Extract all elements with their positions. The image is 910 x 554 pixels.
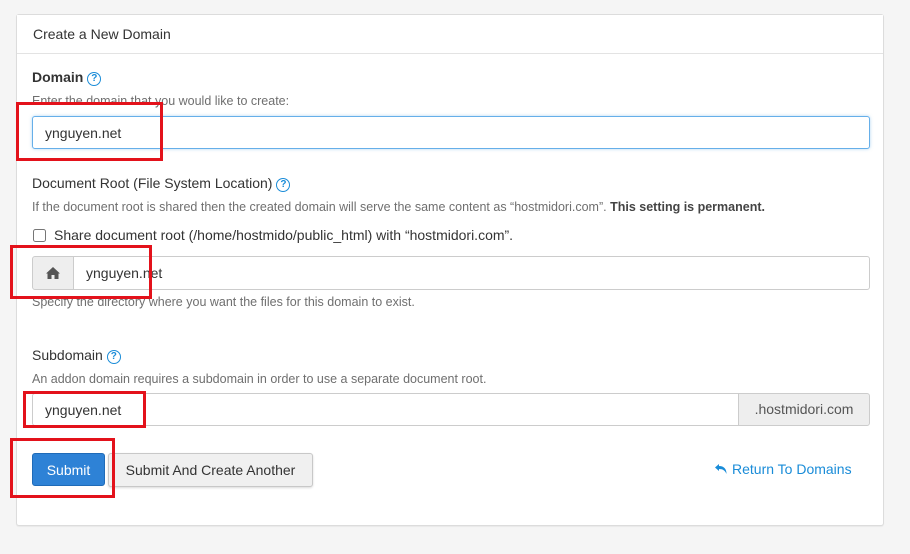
docroot-permanent-note: This setting is permanent. [610, 200, 765, 214]
help-icon[interactable]: ? [87, 72, 102, 86]
help-icon[interactable]: ? [276, 178, 291, 192]
domain-label-row: Domain? [32, 69, 102, 86]
subdomain-label: Subdomain [32, 347, 103, 363]
subdomain-input[interactable] [32, 393, 739, 426]
return-to-domains-link[interactable]: Return To Domains [714, 461, 852, 477]
home-icon [32, 256, 74, 290]
subdomain-label-row: Subdomain? [32, 347, 121, 364]
submit-button[interactable]: Submit [32, 453, 105, 486]
docroot-label-row: Document Root (File System Location)? [32, 175, 291, 192]
docroot-label: Document Root (File System Location) [32, 175, 273, 191]
docroot-input[interactable] [73, 256, 870, 290]
domain-hint: Enter the domain that you would like to … [32, 94, 290, 108]
return-to-domains-label[interactable]: Return To Domains [732, 461, 852, 477]
panel-title: Create a New Domain [17, 15, 883, 54]
submit-and-create-another-button[interactable]: Submit And Create Another [108, 453, 313, 487]
share-docroot-checkbox[interactable] [33, 228, 46, 242]
undo-arrow-icon [715, 464, 727, 474]
docroot-description-text: If the document root is shared then the … [32, 200, 607, 214]
docroot-hint: Specify the directory where you want the… [32, 295, 415, 309]
subdomain-suffix: .hostmidori.com [738, 393, 870, 426]
share-docroot-row: Share document root (/home/hostmido/publ… [32, 227, 513, 243]
domain-label: Domain [32, 69, 84, 85]
subdomain-hint: An addon domain requires a subdomain in … [32, 372, 487, 386]
docroot-description: If the document root is shared then the … [32, 200, 765, 214]
share-docroot-label[interactable]: Share document root (/home/hostmido/publ… [54, 227, 513, 243]
domain-input[interactable] [32, 116, 870, 149]
help-icon[interactable]: ? [106, 350, 121, 364]
